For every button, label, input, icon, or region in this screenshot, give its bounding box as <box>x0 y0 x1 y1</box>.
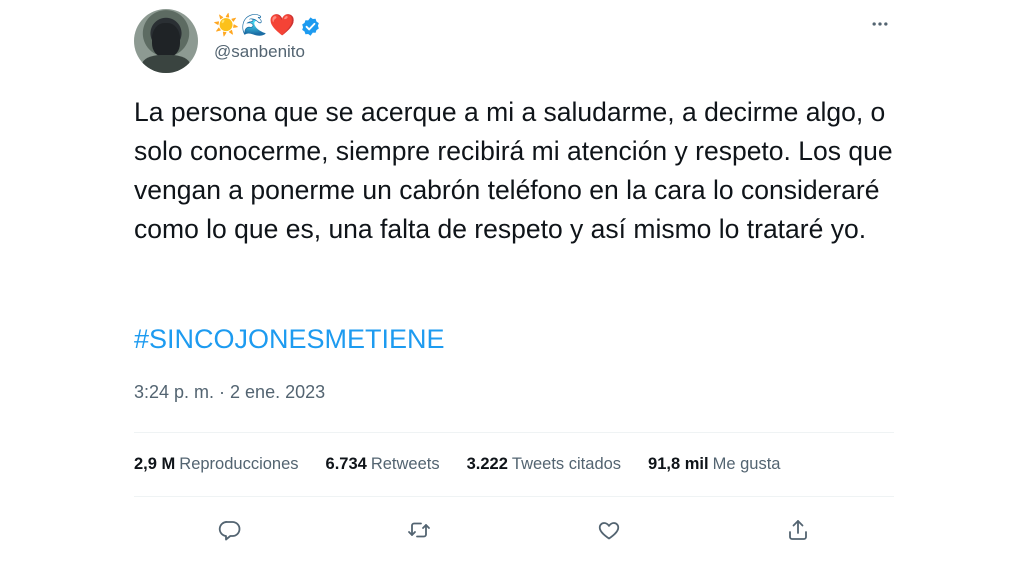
avatar-shirt <box>142 55 190 73</box>
reply-icon <box>218 521 241 541</box>
retweet-icon <box>408 522 430 538</box>
stat-retweets-count: 6.734 <box>325 454 367 473</box>
sun-emoji: ☀️ <box>213 14 240 37</box>
stat-likes[interactable]: 91,8 mil Me gusta <box>648 455 780 474</box>
heart-emoji: ❤️ <box>269 14 296 37</box>
hashtag-link[interactable]: #SINCOJONESMETIENE <box>134 320 445 359</box>
retweet-button[interactable] <box>401 512 437 548</box>
divider <box>134 496 894 497</box>
tweet-timestamp[interactable]: 3:24 p. m. · 2 ene. 2023 <box>134 380 325 404</box>
heart-icon <box>598 522 620 540</box>
stat-quotes-count: 3.222 <box>466 454 508 473</box>
user-handle[interactable]: @sanbenito <box>214 42 305 62</box>
stat-quotes[interactable]: 3.222 Tweets citados <box>467 455 621 474</box>
verified-badge-icon <box>300 16 321 37</box>
stat-likes-label: Me gusta <box>712 454 781 473</box>
tweet-text: La persona que se acerque a mi a saludar… <box>134 97 893 244</box>
like-button[interactable] <box>591 512 627 548</box>
reply-button[interactable] <box>212 512 248 548</box>
stat-retweets[interactable]: 6.734 Retweets <box>326 455 440 474</box>
engagement-stats: 2,9 M Reproducciones 6.734 Retweets 3.22… <box>134 452 807 476</box>
stat-views[interactable]: 2,9 M Reproducciones <box>134 455 299 474</box>
action-bar <box>134 512 894 548</box>
share-icon <box>789 520 807 540</box>
stat-likes-count: 91,8 mil <box>648 454 709 473</box>
wave-emoji: 🌊 <box>241 14 268 37</box>
share-button[interactable] <box>780 512 816 548</box>
avatar-face <box>152 23 180 57</box>
avatar[interactable] <box>134 9 198 73</box>
stat-retweets-label: Retweets <box>370 454 440 473</box>
more-options-button[interactable] <box>866 10 894 38</box>
stat-views-count: 2,9 M <box>134 454 176 473</box>
display-name[interactable]: ☀️ 🌊 ❤️ <box>213 13 321 39</box>
divider <box>134 432 894 433</box>
more-horizontal-icon <box>872 22 888 26</box>
stat-views-label: Reproducciones <box>179 454 299 473</box>
stat-quotes-label: Tweets citados <box>511 454 622 473</box>
